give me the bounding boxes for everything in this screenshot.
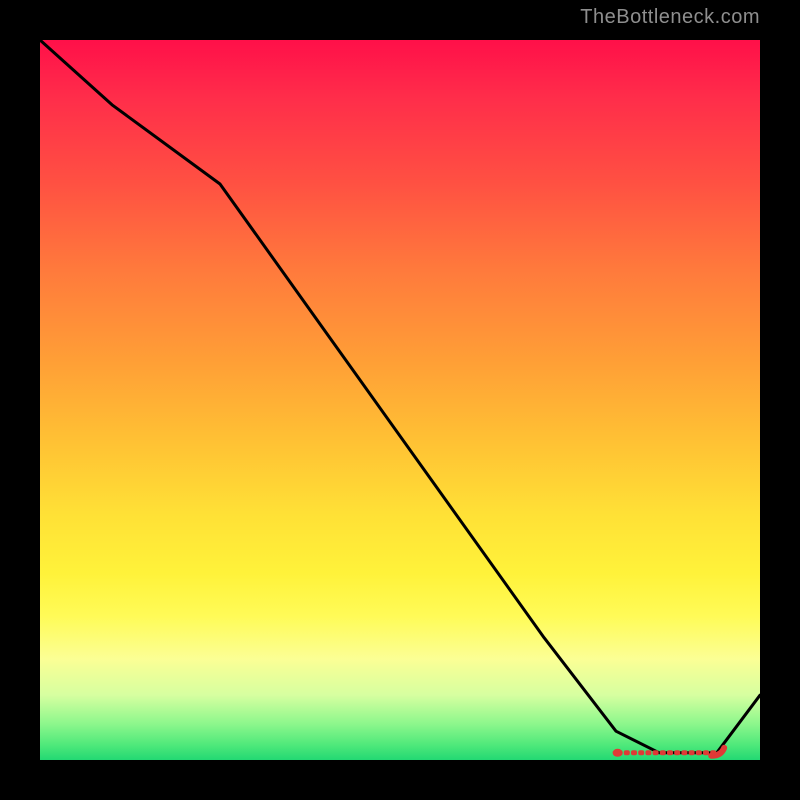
optimal-band [613, 748, 725, 757]
chart-frame: TheBottleneck.com [0, 0, 800, 800]
chart-svg [40, 40, 760, 760]
main-curve [40, 40, 760, 753]
plot-area [40, 40, 760, 760]
watermark-text: TheBottleneck.com [580, 6, 760, 29]
